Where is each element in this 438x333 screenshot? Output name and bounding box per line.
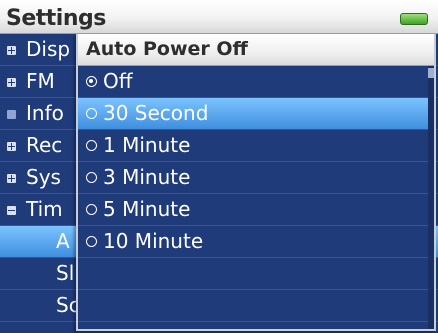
empty-row	[78, 258, 428, 290]
option-label: 1 Minute	[103, 133, 191, 157]
settings-item-label: Sys	[26, 165, 61, 189]
option-10-minute[interactable]: 10 Minute	[78, 226, 428, 258]
settings-item-label: Sl	[56, 261, 75, 285]
option-5-minute[interactable]: 5 Minute	[78, 194, 428, 226]
option-30-second[interactable]: 30 Second	[78, 98, 428, 130]
radio-unchecked-icon	[86, 108, 97, 119]
option-1-minute[interactable]: 1 Minute	[78, 130, 428, 162]
option-label: 10 Minute	[103, 229, 204, 253]
option-label: 5 Minute	[103, 197, 191, 221]
scrollbar[interactable]	[428, 66, 434, 329]
page-title: Settings	[6, 6, 106, 31]
plus-box-icon	[7, 78, 16, 87]
dialog-title: Auto Power Off	[78, 34, 434, 66]
settings-item-label: A	[56, 229, 70, 253]
settings-item-label: Info	[26, 101, 64, 125]
battery-icon	[400, 13, 428, 25]
title-bar: Settings	[0, 0, 438, 34]
radio-unchecked-icon	[86, 140, 97, 151]
plus-box-icon	[7, 46, 16, 55]
option-off[interactable]: Off	[78, 66, 428, 98]
radio-unchecked-icon	[86, 204, 97, 215]
minus-box-icon	[7, 206, 16, 215]
square-bullet-icon	[7, 110, 16, 119]
radio-checked-icon	[86, 76, 97, 87]
settings-item-label: Tim	[26, 197, 63, 221]
empty-row	[78, 290, 428, 322]
settings-item-label: Disp	[26, 37, 71, 61]
option-3-minute[interactable]: 3 Minute	[78, 162, 428, 194]
scrollbar-thumb[interactable]	[428, 68, 434, 78]
radio-unchecked-icon	[86, 236, 97, 247]
plus-box-icon	[7, 174, 16, 183]
option-label: Off	[103, 69, 133, 93]
settings-item-label: FM	[26, 69, 55, 93]
plus-box-icon	[7, 142, 16, 151]
auto-power-off-dialog: Auto Power Off Off 30 Second 1 Minute 3 …	[76, 34, 436, 331]
radio-unchecked-icon	[86, 172, 97, 183]
option-label: 30 Second	[103, 101, 209, 125]
settings-item-label: Rec	[26, 133, 63, 157]
option-label: 3 Minute	[103, 165, 191, 189]
